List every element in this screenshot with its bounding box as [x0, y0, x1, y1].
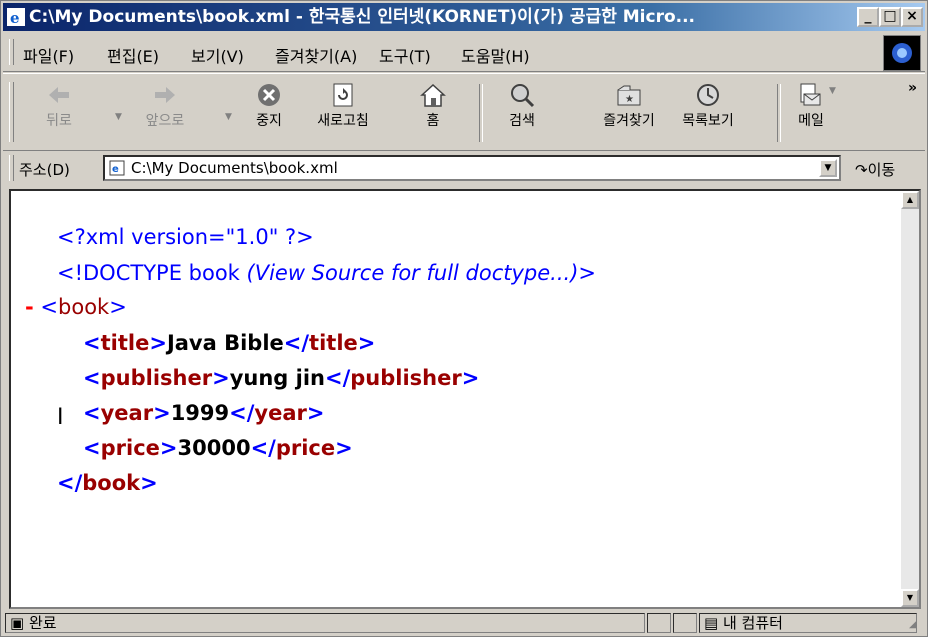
status-pane-blank [673, 613, 697, 633]
address-label: 주소(D) [19, 161, 70, 179]
doctype-line: <!DOCTYPE book (View Source for full doc… [57, 261, 597, 285]
windows-throbber-icon [883, 35, 921, 71]
ie-logo-icon: e [7, 8, 25, 26]
text-cursor-icon: I [57, 405, 64, 430]
page-done-icon: ▣ [10, 614, 25, 632]
document-view[interactable]: <?xml version="1.0" ?> <!DOCTYPE book (V… [9, 189, 921, 609]
mail-dropdown-icon[interactable]: ▼ [829, 86, 836, 96]
go-arrow-icon: ↷ [855, 161, 868, 179]
search-button[interactable]: 검색 [497, 82, 547, 130]
status-bar: ▣ 완료 ▤ 내 컴퓨터 ◢ [3, 611, 925, 635]
home-button[interactable]: 홈 [413, 82, 453, 130]
stop-icon [258, 84, 280, 106]
history-button[interactable]: 목록보기 [673, 82, 743, 130]
menu-file[interactable]: 파일(F) [23, 43, 74, 67]
book-open-line[interactable]: - <book> [25, 295, 127, 319]
menu-edit[interactable]: 편집(E) [107, 43, 159, 67]
refresh-icon [333, 83, 353, 107]
forward-dropdown-icon[interactable]: ▼ [225, 112, 232, 122]
price-element: <price>30000</price> [83, 436, 353, 460]
back-dropdown-icon[interactable]: ▼ [115, 112, 122, 122]
title-bar[interactable]: e C:\My Documents\book.xml - 한국통신 인터넷(KO… [3, 3, 925, 31]
menu-view[interactable]: 보기(V) [191, 43, 244, 67]
back-arrow-icon [49, 87, 69, 103]
my-computer-icon: ▤ [704, 614, 719, 632]
history-clock-icon [697, 84, 719, 106]
maximize-button[interactable]: □ [879, 7, 901, 27]
vertical-scrollbar[interactable]: ▲ ▼ [901, 191, 919, 607]
year-element: <year>1999</year> [83, 401, 325, 425]
menu-tools[interactable]: 도구(T) [379, 43, 431, 67]
address-input[interactable]: e C:\My Documents\book.xml ▼ [103, 155, 841, 181]
scroll-down-button[interactable]: ▼ [901, 589, 919, 607]
forward-arrow-icon [155, 87, 175, 103]
xml-page-icon: e [109, 160, 125, 176]
browser-window: e C:\My Documents\book.xml - 한국통신 인터넷(KO… [0, 0, 928, 637]
toolbar-more-chevron[interactable]: » [908, 80, 917, 96]
svg-text:e: e [112, 164, 119, 175]
back-button[interactable]: 뒤로 [39, 82, 79, 130]
resize-grip-icon[interactable]: ◢ [909, 619, 923, 633]
toolbar-separator [777, 84, 781, 142]
favorites-button[interactable]: ★ 즐겨찾기 [589, 82, 669, 130]
forward-button[interactable]: 앞으로 [137, 82, 193, 130]
address-dropdown-icon[interactable]: ▼ [819, 159, 837, 177]
search-globe-icon [511, 84, 535, 108]
home-icon [420, 83, 446, 107]
close-button[interactable]: × [901, 7, 923, 27]
publisher-element: <publisher>yung jin</publisher> [83, 366, 480, 390]
status-text-pane: ▣ 완료 [5, 613, 645, 633]
favorites-folder-icon: ★ [617, 85, 641, 106]
mail-button[interactable]: 메일 [791, 82, 831, 130]
book-close-line: </book> [57, 471, 158, 495]
minimize-button[interactable]: _ [857, 7, 879, 27]
mail-icon [800, 83, 821, 106]
svg-text:e: e [10, 9, 20, 26]
svg-text:★: ★ [625, 94, 634, 105]
address-bar: 주소(D) e C:\My Documents\book.xml ▼ ↷이동 [3, 151, 925, 185]
menu-favorites[interactable]: 즐겨찾기(A) [275, 43, 357, 67]
menu-help[interactable]: 도움말(H) [461, 43, 530, 67]
xml-declaration: <?xml version="1.0" ?> [57, 225, 314, 249]
collapse-toggle[interactable]: - [25, 295, 34, 319]
status-pane-blank [647, 613, 671, 633]
title-element: <title>Java Bible</title> [83, 331, 376, 355]
toolbar-grip[interactable] [9, 82, 14, 142]
security-zone-pane: ▤ 내 컴퓨터 [699, 613, 917, 633]
toolbar-separator [479, 84, 483, 142]
menu-bar: 파일(F) 편집(E) 보기(V) 즐겨찾기(A) 도구(T) 도움말(H) [3, 33, 925, 72]
stop-button[interactable]: 중지 [247, 82, 291, 130]
address-url: C:\My Documents\book.xml [131, 159, 338, 177]
standard-toolbar: 뒤로 ▼ 앞으로 ▼ 중지 새로고침 홈 검색 ★ 즐겨찾기 목록보기 메일 ▼… [3, 73, 925, 151]
address-grip[interactable] [9, 155, 14, 181]
go-button[interactable]: ↷이동 [855, 159, 895, 180]
window-title: C:\My Documents\book.xml - 한국통신 인터넷(KORN… [29, 7, 696, 27]
scroll-up-button[interactable]: ▲ [901, 191, 919, 209]
refresh-button[interactable]: 새로고침 [303, 82, 383, 130]
menu-grip[interactable] [9, 39, 14, 65]
